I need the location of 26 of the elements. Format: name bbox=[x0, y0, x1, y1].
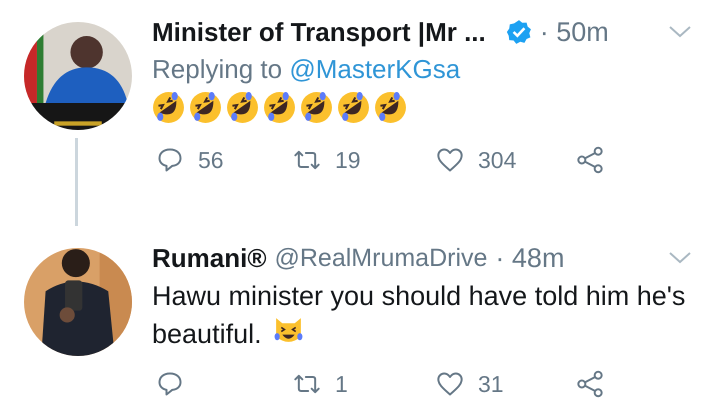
retweet-button[interactable]: 19 bbox=[289, 146, 361, 174]
author-handle: @RealMrumaDrive bbox=[274, 244, 488, 272]
tweet-time: · 48m bbox=[495, 242, 564, 274]
reply-button[interactable]: 56 bbox=[152, 146, 224, 174]
heart-icon bbox=[436, 370, 464, 398]
reply-icon bbox=[156, 146, 184, 174]
rolling-laughing-emoji-icon bbox=[263, 91, 296, 124]
like-button[interactable]: 304 bbox=[432, 146, 516, 174]
like-button[interactable]: 31 bbox=[432, 370, 504, 398]
author-name: Rumani® bbox=[152, 242, 266, 274]
share-icon bbox=[576, 146, 604, 174]
heart-icon bbox=[436, 146, 464, 174]
rolling-laughing-emoji-icon bbox=[337, 91, 370, 124]
rolling-laughing-emoji-icon bbox=[300, 91, 333, 124]
reply-icon bbox=[156, 370, 184, 398]
rolling-laughing-emoji-icon bbox=[189, 91, 222, 124]
mention-link[interactable]: @MasterKGsa bbox=[289, 54, 460, 84]
share-icon bbox=[576, 370, 604, 398]
tweet-time: · 50m bbox=[540, 16, 609, 48]
rolling-laughing-emoji-icon bbox=[152, 91, 185, 124]
author-name: Minister of Transport |Mr ... bbox=[152, 16, 486, 48]
rolling-laughing-emoji-icon bbox=[226, 91, 259, 124]
tweet-text: Hawu minister you should have told him he's beautiful. bbox=[152, 280, 686, 351]
replying-to-text: Replying to @MasterKGsa bbox=[152, 54, 462, 85]
rolling-laughing-emoji-icon bbox=[374, 91, 407, 124]
retweet-button[interactable]: 1 bbox=[289, 370, 348, 398]
